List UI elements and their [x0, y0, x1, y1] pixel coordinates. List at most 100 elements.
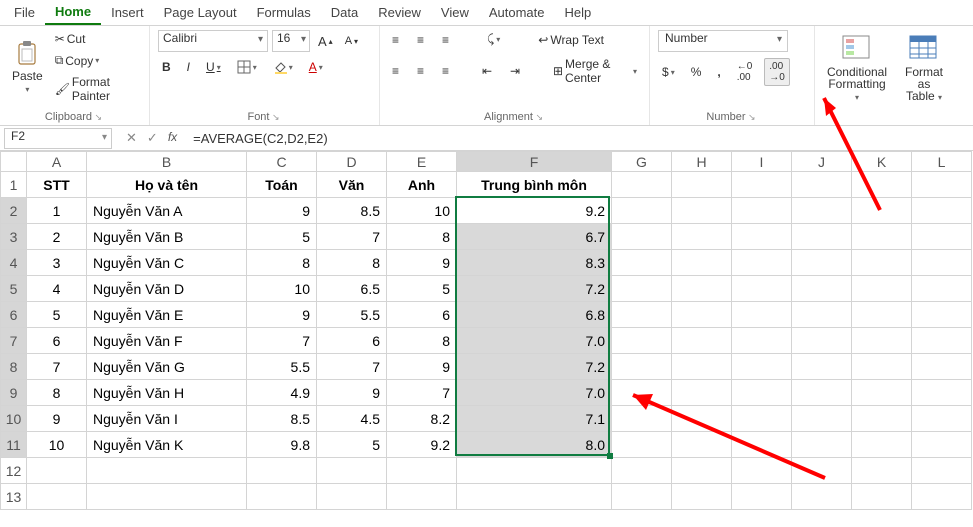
cell-F10[interactable]: 7.1 — [457, 406, 612, 432]
increase-font-button[interactable]: A▴ — [314, 32, 337, 51]
cell-D5[interactable]: 6.5 — [317, 276, 387, 302]
cell-D4[interactable]: 8 — [317, 250, 387, 276]
cell-D13[interactable] — [317, 484, 387, 510]
cell-H4[interactable] — [672, 250, 732, 276]
cell-C2[interactable]: 9 — [247, 198, 317, 224]
copy-button[interactable]: ⧉Copy▾ — [51, 51, 141, 70]
cell-B9[interactable]: Nguyễn Văn H — [87, 380, 247, 406]
decrease-decimal-button[interactable]: .00→0 — [764, 58, 790, 86]
align-right-button[interactable]: ≡ — [438, 62, 453, 80]
font-color-button[interactable]: A▾ — [305, 58, 327, 76]
row-header-3[interactable]: 3 — [1, 224, 27, 250]
cell-F4[interactable]: 8.3 — [457, 250, 612, 276]
cell-E9[interactable]: 7 — [387, 380, 457, 406]
cell-C9[interactable]: 4.9 — [247, 380, 317, 406]
increase-indent-button[interactable]: ⇥ — [506, 62, 524, 80]
worksheet-grid[interactable]: ABCDEFGHIJKL1STTHọ và tênToánVănAnhTrung… — [0, 151, 973, 510]
cell-F2[interactable]: 9.2 — [457, 198, 612, 224]
format-painter-button[interactable]: 🖌Format Painter — [51, 73, 141, 105]
clipboard-dialog-launcher[interactable]: ↘ — [92, 112, 104, 122]
cell-A12[interactable] — [27, 458, 87, 484]
cell-J6[interactable] — [792, 302, 852, 328]
cell-H8[interactable] — [672, 354, 732, 380]
column-header-J[interactable]: J — [792, 152, 852, 172]
cell-C12[interactable] — [247, 458, 317, 484]
cell-L13[interactable] — [912, 484, 972, 510]
cell-K3[interactable] — [852, 224, 912, 250]
cell-J8[interactable] — [792, 354, 852, 380]
cell-K13[interactable] — [852, 484, 912, 510]
cell-J7[interactable] — [792, 328, 852, 354]
cell-F11[interactable]: 8.0 — [457, 432, 612, 458]
menu-file[interactable]: File — [4, 1, 45, 24]
cell-G2[interactable] — [612, 198, 672, 224]
number-format-select[interactable]: Number — [658, 30, 788, 52]
enter-formula-button[interactable]: ✓ — [147, 130, 158, 146]
cell-E10[interactable]: 8.2 — [387, 406, 457, 432]
accounting-format-button[interactable]: $ ▾ — [658, 63, 679, 81]
cell-E5[interactable]: 5 — [387, 276, 457, 302]
cell-G6[interactable] — [612, 302, 672, 328]
cell-L5[interactable] — [912, 276, 972, 302]
menu-view[interactable]: View — [431, 1, 479, 24]
row-header-7[interactable]: 7 — [1, 328, 27, 354]
cell-H7[interactable] — [672, 328, 732, 354]
cell-A1[interactable]: STT — [27, 172, 87, 198]
select-all-corner[interactable] — [1, 152, 27, 172]
menu-page-layout[interactable]: Page Layout — [154, 1, 247, 24]
cell-L4[interactable] — [912, 250, 972, 276]
align-left-button[interactable]: ≡ — [388, 62, 403, 80]
cell-E2[interactable]: 10 — [387, 198, 457, 224]
cell-L3[interactable] — [912, 224, 972, 250]
number-dialog-launcher[interactable]: ↘ — [746, 112, 758, 122]
row-header-8[interactable]: 8 — [1, 354, 27, 380]
cell-E1[interactable]: Anh — [387, 172, 457, 198]
cell-G5[interactable] — [612, 276, 672, 302]
merge-center-button[interactable]: ⊞ Merge & Center ▾ — [549, 55, 641, 87]
cell-J10[interactable] — [792, 406, 852, 432]
cell-G8[interactable] — [612, 354, 672, 380]
column-header-H[interactable]: H — [672, 152, 732, 172]
cell-I1[interactable] — [732, 172, 792, 198]
cell-K2[interactable] — [852, 198, 912, 224]
cell-I9[interactable] — [732, 380, 792, 406]
align-center-button[interactable]: ≡ — [413, 62, 428, 80]
cell-K5[interactable] — [852, 276, 912, 302]
align-top-button[interactable]: ≡ — [388, 31, 403, 49]
cell-L6[interactable] — [912, 302, 972, 328]
cut-button[interactable]: ✂Cut — [51, 30, 141, 48]
menu-review[interactable]: Review — [368, 1, 431, 24]
row-header-2[interactable]: 2 — [1, 198, 27, 224]
cell-C4[interactable]: 8 — [247, 250, 317, 276]
cell-L9[interactable] — [912, 380, 972, 406]
cell-A8[interactable]: 7 — [27, 354, 87, 380]
row-header-6[interactable]: 6 — [1, 302, 27, 328]
cell-K4[interactable] — [852, 250, 912, 276]
cell-I13[interactable] — [732, 484, 792, 510]
align-middle-button[interactable]: ≡ — [413, 31, 428, 49]
comma-format-button[interactable]: , — [713, 63, 724, 81]
menu-automate[interactable]: Automate — [479, 1, 555, 24]
cell-B1[interactable]: Họ và tên — [87, 172, 247, 198]
cell-K10[interactable] — [852, 406, 912, 432]
cell-F7[interactable]: 7.0 — [457, 328, 612, 354]
cell-J3[interactable] — [792, 224, 852, 250]
decrease-font-button[interactable]: A▾ — [341, 33, 362, 49]
cell-D11[interactable]: 5 — [317, 432, 387, 458]
cell-A4[interactable]: 3 — [27, 250, 87, 276]
cell-C13[interactable] — [247, 484, 317, 510]
cell-L10[interactable] — [912, 406, 972, 432]
cell-E6[interactable]: 6 — [387, 302, 457, 328]
menu-help[interactable]: Help — [555, 1, 602, 24]
cell-G3[interactable] — [612, 224, 672, 250]
conditional-formatting-button[interactable]: ConditionalFormatting ▾ — [821, 30, 893, 106]
decrease-indent-button[interactable]: ⇤ — [478, 62, 496, 80]
menu-home[interactable]: Home — [45, 0, 101, 25]
row-header-1[interactable]: 1 — [1, 172, 27, 198]
cell-L12[interactable] — [912, 458, 972, 484]
row-header-10[interactable]: 10 — [1, 406, 27, 432]
column-header-A[interactable]: A — [27, 152, 87, 172]
cell-L11[interactable] — [912, 432, 972, 458]
cell-L7[interactable] — [912, 328, 972, 354]
cell-D2[interactable]: 8.5 — [317, 198, 387, 224]
